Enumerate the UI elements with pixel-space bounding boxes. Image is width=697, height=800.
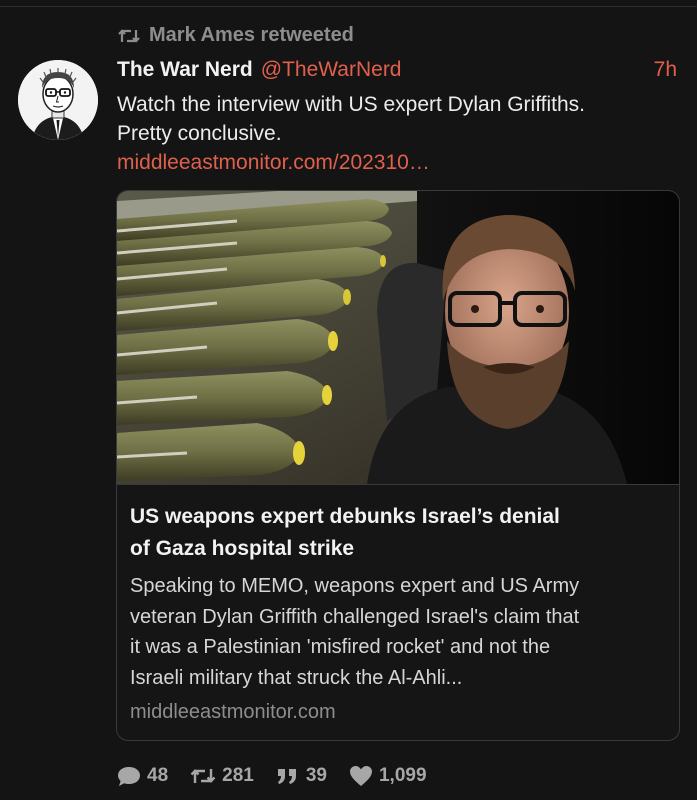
like-count: 1,099 — [378, 765, 427, 786]
card-title-line: of Gaza hospital strike — [130, 537, 355, 560]
card-domain: middleeastmonitor.com — [130, 701, 336, 723]
reply-button[interactable]: 48 — [117, 765, 168, 787]
card-description-line: veteran Dylan Griffith challenged Israel… — [130, 605, 580, 628]
tweet-actions: 48 281 39 1,099 — [117, 765, 449, 787]
card-title-line: US weapons expert debunks Israel’s denia… — [130, 505, 560, 528]
avatar[interactable] — [18, 60, 98, 140]
display-name[interactable]: The War Nerd — [117, 58, 253, 82]
link-preview-card[interactable]: US weapons expert debunks Israel’s denia… — [116, 190, 680, 741]
quote-button[interactable]: 39 — [276, 765, 327, 787]
quote-count: 39 — [305, 765, 327, 786]
quote-icon — [277, 769, 296, 784]
cartoon-portrait-avatar — [18, 60, 98, 140]
card-description-line: Israeli military that struck the Al-Ahli… — [130, 666, 463, 689]
top-divider — [0, 6, 697, 7]
retweet-icon — [118, 28, 140, 43]
tweet-text-line: Pretty conclusive. — [117, 122, 282, 145]
tweet-text-line: Watch the interview with US expert Dylan… — [117, 93, 585, 116]
card-description: Speaking to MEMO, weapons expert and US … — [130, 571, 670, 693]
tweet-header: The War Nerd @TheWarNerd 7h — [117, 58, 677, 82]
retweet-indicator[interactable]: Mark Ames retweeted — [117, 24, 354, 47]
tweet-link[interactable]: middleeastmonitor.com/202310… — [117, 148, 677, 177]
retweet-button[interactable]: 281 — [190, 765, 254, 787]
card-title: US weapons expert debunks Israel’s denia… — [130, 501, 670, 565]
timestamp[interactable]: 7h — [654, 58, 677, 82]
retweet-icon — [190, 769, 216, 783]
reply-icon — [118, 767, 140, 786]
card-description-line: it was a Palestinian 'misfired rocket' a… — [130, 636, 551, 658]
card-description-line: Speaking to MEMO, weapons expert and US … — [130, 575, 580, 597]
user-handle[interactable]: @TheWarNerd — [261, 58, 402, 82]
card-separator — [117, 484, 679, 485]
like-button[interactable]: 1,099 — [349, 765, 427, 787]
video-thumbnail-bombs-and-bearded-man — [117, 191, 679, 484]
reply-count: 48 — [147, 765, 169, 786]
retweet-count: 281 — [222, 765, 254, 786]
tweet-text: Watch the interview with US expert Dylan… — [117, 90, 677, 177]
retweeted-by-label: Mark Ames retweeted — [149, 24, 354, 46]
heart-icon — [349, 766, 372, 786]
